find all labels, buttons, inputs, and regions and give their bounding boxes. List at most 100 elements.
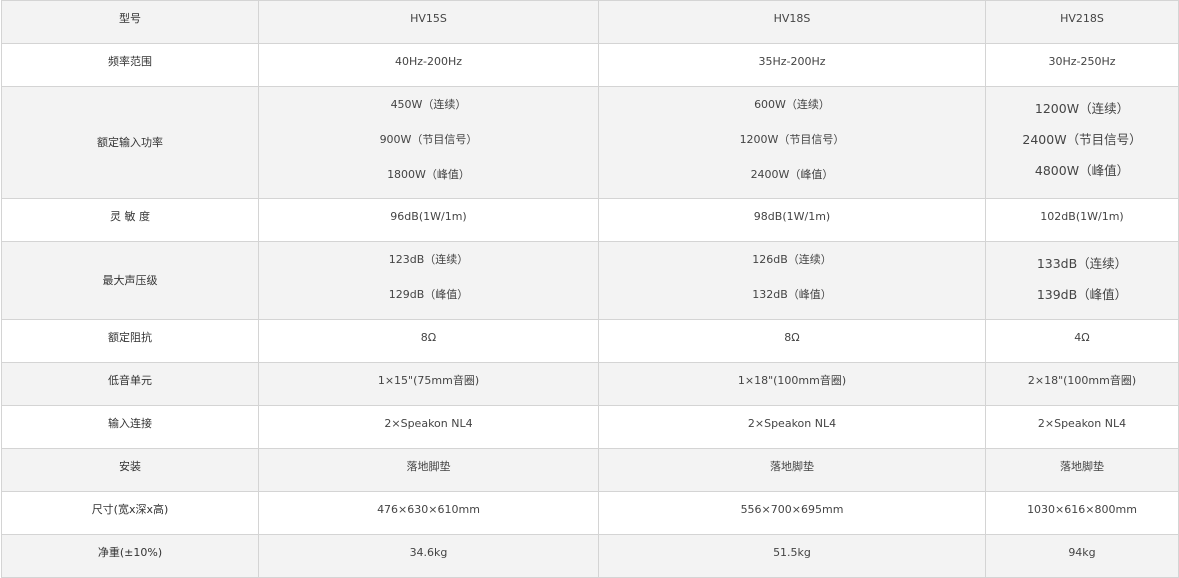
cell-value: 123dB（连续） bbox=[388, 253, 469, 266]
table-row: 灵 敏 度 96dB(1W/1m) 98dB(1W/1m) 102dB(1W/1… bbox=[1, 198, 1179, 242]
cell-value: 900W（节目信号） bbox=[379, 133, 478, 146]
cell-value: 2400W（节目信号） bbox=[1022, 132, 1142, 147]
cell-value: 8Ω bbox=[784, 331, 800, 344]
value-cell: 51.5kg bbox=[598, 534, 986, 578]
row-label-cell: 额定阻抗 bbox=[1, 319, 259, 363]
row-label: 尺寸(宽x深x高) bbox=[91, 503, 169, 516]
cell-value: 139dB（峰值） bbox=[1036, 287, 1128, 302]
value-cell: 1×18"(100mm音圈) bbox=[598, 362, 986, 406]
value-cell: 8Ω bbox=[598, 319, 986, 363]
cell-value: 1200W（连续） bbox=[1034, 101, 1130, 116]
model-name: HV18S bbox=[773, 12, 811, 25]
row-label: 频率范围 bbox=[108, 55, 152, 68]
cell-value: 476×630×610mm bbox=[377, 503, 480, 516]
cell-value: 落地脚垫 bbox=[1060, 460, 1104, 473]
cell-value: 2×Speakon NL4 bbox=[1037, 417, 1127, 430]
cell-value: 40Hz-200Hz bbox=[394, 55, 463, 68]
value-cell: 133dB（连续） 139dB（峰值） bbox=[985, 241, 1179, 320]
cell-value: 2×18"(100mm音圈) bbox=[1027, 374, 1137, 387]
header-row: 型号 HV15S HV18S HV218S bbox=[1, 0, 1179, 44]
header-label-cell: 型号 bbox=[1, 0, 259, 44]
value-cell: 126dB（连续） 132dB（峰值） bbox=[598, 241, 986, 320]
value-cell: 450W（连续） 900W（节目信号） 1800W（峰值） bbox=[258, 86, 599, 199]
row-label-cell: 安装 bbox=[1, 448, 259, 492]
cell-value: 129dB（峰值） bbox=[388, 288, 469, 301]
model-cell: HV218S bbox=[985, 0, 1179, 44]
value-cell: 落地脚垫 bbox=[985, 448, 1179, 492]
value-cell: 123dB（连续） 129dB（峰值） bbox=[258, 241, 599, 320]
cell-value: 落地脚垫 bbox=[770, 460, 814, 473]
cell-value: 35Hz-200Hz bbox=[758, 55, 826, 68]
value-cell: 4Ω bbox=[985, 319, 1179, 363]
value-cell: 35Hz-200Hz bbox=[598, 43, 986, 87]
value-cell: 2×Speakon NL4 bbox=[985, 405, 1179, 449]
table-row: 额定阻抗 8Ω 8Ω 4Ω bbox=[1, 319, 1179, 363]
table-row: 最大声压级 123dB（连续） 129dB（峰值） 126dB（连续） 132d… bbox=[1, 241, 1179, 320]
cell-value: 4Ω bbox=[1074, 331, 1090, 344]
table-row: 低音单元 1×15"(75mm音圈) 1×18"(100mm音圈) 2×18"(… bbox=[1, 362, 1179, 406]
row-label-cell: 输入连接 bbox=[1, 405, 259, 449]
table-row: 输入连接 2×Speakon NL4 2×Speakon NL4 2×Speak… bbox=[1, 405, 1179, 449]
value-cell: 40Hz-200Hz bbox=[258, 43, 599, 87]
cell-value: 4800W（峰值） bbox=[1034, 163, 1130, 178]
table-row: 尺寸(宽x深x高) 476×630×610mm 556×700×695mm 10… bbox=[1, 491, 1179, 535]
cell-value: 96dB(1W/1m) bbox=[390, 210, 467, 223]
cell-value: 2400W（峰值） bbox=[750, 168, 834, 181]
row-label: 净重(±10%) bbox=[97, 546, 163, 559]
model-cell: HV18S bbox=[598, 0, 986, 44]
cell-value: 51.5kg bbox=[773, 546, 811, 559]
cell-value: 1200W（节目信号） bbox=[739, 133, 845, 146]
cell-value: 126dB（连续） bbox=[752, 253, 832, 266]
value-cell: 96dB(1W/1m) bbox=[258, 198, 599, 242]
cell-value: 1030×616×800mm bbox=[1027, 503, 1137, 516]
row-label: 灵 敏 度 bbox=[110, 210, 150, 223]
table-row: 安装 落地脚垫 落地脚垫 落地脚垫 bbox=[1, 448, 1179, 492]
row-label-cell: 最大声压级 bbox=[1, 241, 259, 320]
row-label-cell: 尺寸(宽x深x高) bbox=[1, 491, 259, 535]
value-cell: 34.6kg bbox=[258, 534, 599, 578]
cell-value: 1×15"(75mm音圈) bbox=[377, 374, 480, 387]
cell-value: 132dB（峰值） bbox=[752, 288, 832, 301]
model-cell: HV15S bbox=[258, 0, 599, 44]
table-row: 频率范围 40Hz-200Hz 35Hz-200Hz 30Hz-250Hz bbox=[1, 43, 1179, 87]
cell-value: 98dB(1W/1m) bbox=[753, 210, 831, 223]
row-label: 额定阻抗 bbox=[108, 331, 152, 344]
cell-value: 1800W（峰值） bbox=[387, 168, 470, 181]
header-label: 型号 bbox=[119, 12, 141, 25]
cell-value: 600W（连续） bbox=[754, 98, 830, 111]
row-label-cell: 净重(±10%) bbox=[1, 534, 259, 578]
value-cell: 2×18"(100mm音圈) bbox=[985, 362, 1179, 406]
value-cell: 556×700×695mm bbox=[598, 491, 986, 535]
cell-value: 34.6kg bbox=[409, 546, 448, 559]
cell-value: 556×700×695mm bbox=[740, 503, 844, 516]
value-cell: 102dB(1W/1m) bbox=[985, 198, 1179, 242]
table-row: 净重(±10%) 34.6kg 51.5kg 94kg bbox=[1, 534, 1179, 578]
cell-value: 落地脚垫 bbox=[406, 460, 451, 473]
row-label-cell: 频率范围 bbox=[1, 43, 259, 87]
value-cell: 98dB(1W/1m) bbox=[598, 198, 986, 242]
row-label-cell: 灵 敏 度 bbox=[1, 198, 259, 242]
value-cell: 1×15"(75mm音圈) bbox=[258, 362, 599, 406]
cell-value: 30Hz-250Hz bbox=[1048, 55, 1116, 68]
row-label: 输入连接 bbox=[108, 417, 152, 430]
cell-value: 450W（连续） bbox=[390, 98, 467, 111]
value-cell: 476×630×610mm bbox=[258, 491, 599, 535]
value-cell: 94kg bbox=[985, 534, 1179, 578]
cell-value: 102dB(1W/1m) bbox=[1040, 210, 1124, 223]
value-cell: 2×Speakon NL4 bbox=[598, 405, 986, 449]
value-cell: 1030×616×800mm bbox=[985, 491, 1179, 535]
model-name: HV218S bbox=[1060, 12, 1104, 25]
row-label-cell: 额定输入功率 bbox=[1, 86, 259, 199]
value-cell: 2×Speakon NL4 bbox=[258, 405, 599, 449]
cell-value: 133dB（连续） bbox=[1036, 256, 1128, 271]
cell-value: 1×18"(100mm音圈) bbox=[737, 374, 847, 387]
cell-value: 2×Speakon NL4 bbox=[384, 417, 473, 430]
model-name: HV15S bbox=[410, 12, 447, 25]
value-cell: 30Hz-250Hz bbox=[985, 43, 1179, 87]
value-cell: 8Ω bbox=[258, 319, 599, 363]
cell-value: 94kg bbox=[1068, 546, 1096, 559]
row-label: 最大声压级 bbox=[102, 274, 158, 287]
value-cell: 落地脚垫 bbox=[258, 448, 599, 492]
row-label: 低音单元 bbox=[108, 374, 152, 387]
row-label: 安装 bbox=[119, 460, 141, 473]
